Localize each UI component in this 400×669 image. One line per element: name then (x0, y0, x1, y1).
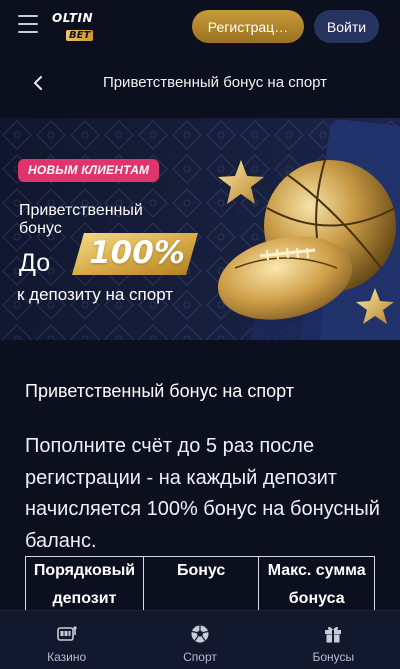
nav-item-casino[interactable]: Казино (0, 611, 133, 669)
sports-balls-illustration (217, 159, 396, 324)
nav-item-sport[interactable]: Спорт (133, 611, 266, 669)
back-chevron-icon[interactable] (28, 72, 48, 94)
bonus-table: Порядковый депозит Бонус Макс. сумма бон… (25, 556, 375, 614)
banner-upto: До (19, 249, 51, 277)
slot-machine-icon (56, 624, 78, 644)
nav-label: Спорт (183, 650, 217, 664)
new-clients-tag: НОВЫМ КЛИЕНТАМ (18, 159, 160, 182)
gift-icon (322, 624, 344, 644)
banner-line-1: Приветственный (19, 202, 143, 219)
page: OLTIN BET Регистрац… Войти Приветственны… (0, 0, 400, 669)
nav-label: Бонусы (312, 650, 355, 664)
menu-icon[interactable] (18, 15, 38, 33)
table-header-cell: Порядковый депозит (25, 556, 144, 614)
bottom-navigation: Казино Спорт Бонусы (0, 610, 400, 669)
table-header-cell: Бонус (142, 556, 260, 614)
page-title: Приветственный бонус на спорт (102, 74, 328, 91)
top-header: OLTIN BET Регистрац… Войти (0, 0, 400, 54)
register-button[interactable]: Регистрац… (192, 10, 304, 43)
table-header-row: Порядковый депозит Бонус Макс. сумма бон… (25, 556, 375, 614)
nav-item-bonuses[interactable]: Бонусы (267, 611, 400, 669)
banner-line-2: бонус (19, 220, 62, 237)
soccer-ball-icon (189, 624, 211, 644)
banner-line-4: к депозиту на спорт (17, 285, 174, 304)
logo[interactable]: OLTIN BET (52, 12, 106, 42)
login-button[interactable]: Войти (314, 10, 379, 43)
promo-banner[interactable]: НОВЫМ КЛИЕНТАМ Приветственный бонус До 1… (0, 118, 400, 340)
section-heading: Приветственный бонус на спорт (25, 381, 294, 401)
logo-bottom-text: BET (66, 30, 94, 41)
percent-text: 100% (89, 235, 185, 271)
logo-top-text: OLTIN (52, 11, 94, 25)
nav-label: Казино (47, 650, 87, 664)
bonus-description: Пополните счёт до 5 раз после регистраци… (25, 435, 380, 552)
table-header-cell: Макс. сумма бонуса (258, 556, 375, 614)
